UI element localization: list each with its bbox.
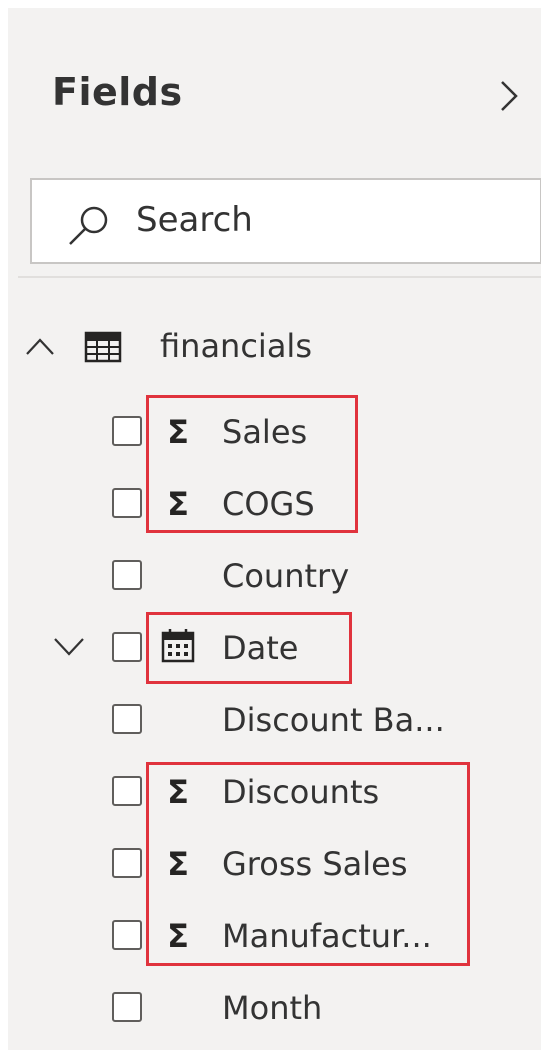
field-checkbox[interactable] [112, 992, 142, 1022]
table-icon [84, 331, 122, 363]
field-name: Country [222, 557, 350, 595]
pane-title: Fields [52, 70, 183, 114]
field-checkbox[interactable] [112, 848, 142, 878]
highlight-box-sales-cogs [146, 395, 358, 533]
field-checkbox[interactable] [112, 632, 142, 662]
field-row-country[interactable]: Country [8, 546, 541, 606]
chevron-up-icon[interactable] [24, 330, 56, 362]
highlight-box-date [146, 612, 352, 684]
search-input[interactable]: Search [30, 178, 541, 264]
chevron-right-icon[interactable] [494, 76, 524, 116]
table-name: financials [160, 327, 312, 365]
search-placeholder: Search [136, 200, 253, 240]
highlight-box-numeric-fields [146, 762, 470, 966]
field-checkbox[interactable] [112, 560, 142, 590]
field-row-discount-band[interactable]: Discount Ba... [8, 690, 541, 750]
field-checkbox[interactable] [112, 488, 142, 518]
field-checkbox[interactable] [112, 704, 142, 734]
field-row-month[interactable]: Month [8, 978, 541, 1038]
search-icon [69, 206, 108, 245]
chevron-down-icon[interactable] [52, 634, 86, 660]
field-checkbox[interactable] [112, 920, 142, 950]
field-checkbox[interactable] [112, 416, 142, 446]
divider [18, 276, 541, 278]
field-checkbox[interactable] [112, 776, 142, 806]
field-name: Month [222, 989, 323, 1027]
field-name: Discount Ba... [222, 701, 445, 739]
table-node-financials[interactable]: financials [24, 322, 424, 372]
